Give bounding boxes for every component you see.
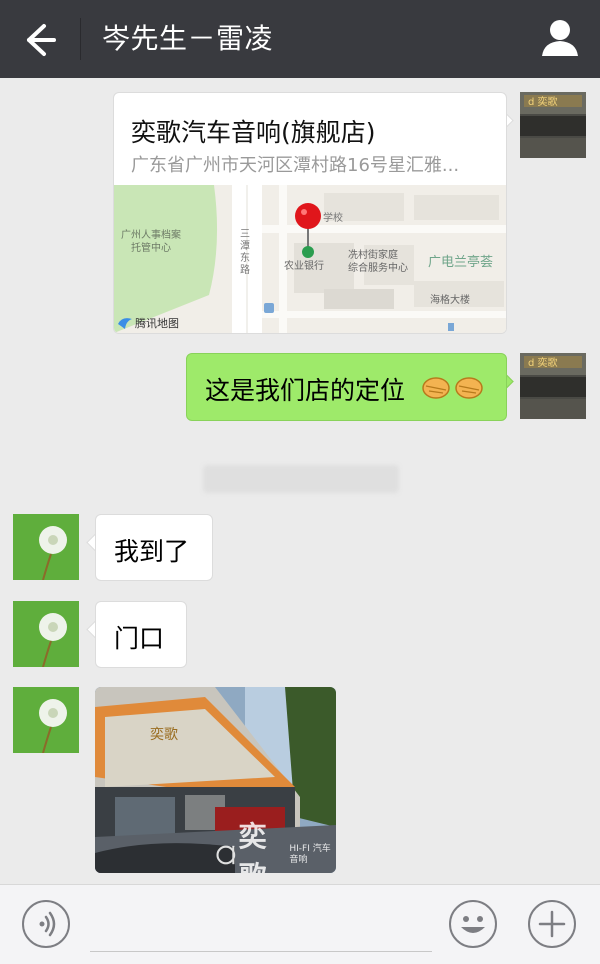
map-label-archive: 广州人事档案 托管中心 xyxy=(121,230,181,254)
location-card[interactable]: 奕歌汽车音响(旗舰店) 广东省广州市天河区潭村路16号星汇雅... 广州人事档案… xyxy=(113,92,507,334)
chat-header: 岑先生－雷凌 xyxy=(0,0,600,78)
map-label-school: 学校 xyxy=(323,213,343,224)
map-label-building: 海格大楼 xyxy=(430,295,470,306)
message-bubble-peer[interactable]: 门口 xyxy=(95,601,187,668)
image-watermark: 奕歌 HI-FI 汽车音响 xyxy=(215,815,336,873)
peer-avatar[interactable] xyxy=(13,514,79,580)
location-address: 广东省广州市天河区潭村路16号星汇雅... xyxy=(131,155,460,176)
map-label-bank: 农业银行 xyxy=(284,261,324,272)
plus-more-icon xyxy=(538,910,566,938)
input-underline xyxy=(90,951,432,952)
map-preview[interactable]: 广州人事档案 托管中心 三 潭 东 路 学校 农业银行 冼村街家庭 综合服务中心… xyxy=(114,185,506,333)
emoji-smile-icon xyxy=(461,916,485,933)
timestamp-divider xyxy=(203,465,399,493)
shop-logo-avatar-image: d 奕歌 xyxy=(520,353,586,419)
peer-avatar[interactable] xyxy=(13,601,79,667)
chat-title: 岑先生－雷凌 xyxy=(102,22,274,55)
shop-logo-avatar-image: d 奕歌 xyxy=(520,92,586,158)
input-toolbar xyxy=(0,884,600,964)
handshake-emoji-icon xyxy=(422,377,483,399)
message-input[interactable] xyxy=(90,899,436,951)
chat-info-button[interactable] xyxy=(535,16,585,62)
self-avatar[interactable]: d 奕歌 xyxy=(520,353,586,419)
svg-text:d 奕歌: d 奕歌 xyxy=(528,95,558,108)
watermark-logo-icon xyxy=(216,845,236,865)
location-name: 奕歌汽车音响(旗舰店) xyxy=(131,118,376,147)
message-bubble-peer[interactable]: 我到了 xyxy=(95,514,213,581)
message-text: 门口 xyxy=(114,624,165,653)
back-button[interactable] xyxy=(18,20,62,60)
voice-input-button[interactable] xyxy=(22,900,70,948)
message-text: 这是我们店的定位 xyxy=(205,376,406,405)
dandelion-avatar-image xyxy=(13,687,79,753)
self-avatar[interactable]: d 奕歌 xyxy=(520,92,586,158)
header-divider xyxy=(80,18,81,60)
map-label-road: 三 潭 东 路 xyxy=(240,229,250,276)
voice-input-icon xyxy=(39,911,56,937)
svg-text:d 奕歌: d 奕歌 xyxy=(528,356,558,369)
map-label-service: 冼村街家庭 综合服务中心 xyxy=(348,250,408,274)
dandelion-avatar-image xyxy=(13,601,79,667)
more-actions-button[interactable] xyxy=(528,900,576,948)
location-pin-icon xyxy=(295,203,321,258)
svg-text:奕歌: 奕歌 xyxy=(150,727,178,743)
image-message[interactable]: 奕歌 奕歌 HI-FI 汽车音响 xyxy=(95,687,336,873)
message-text: 我到了 xyxy=(114,537,190,566)
map-provider: 腾讯地图 xyxy=(117,315,179,331)
dandelion-avatar-image xyxy=(13,514,79,580)
back-arrow-icon xyxy=(27,24,56,56)
message-bubble-self[interactable]: 这是我们店的定位 xyxy=(186,353,507,421)
tencent-map-logo-icon xyxy=(118,318,132,329)
emoji-button[interactable] xyxy=(449,900,497,948)
map-label-district: 广电兰亭荟 xyxy=(428,255,494,270)
user-profile-icon xyxy=(542,20,578,56)
peer-avatar[interactable] xyxy=(13,687,79,753)
